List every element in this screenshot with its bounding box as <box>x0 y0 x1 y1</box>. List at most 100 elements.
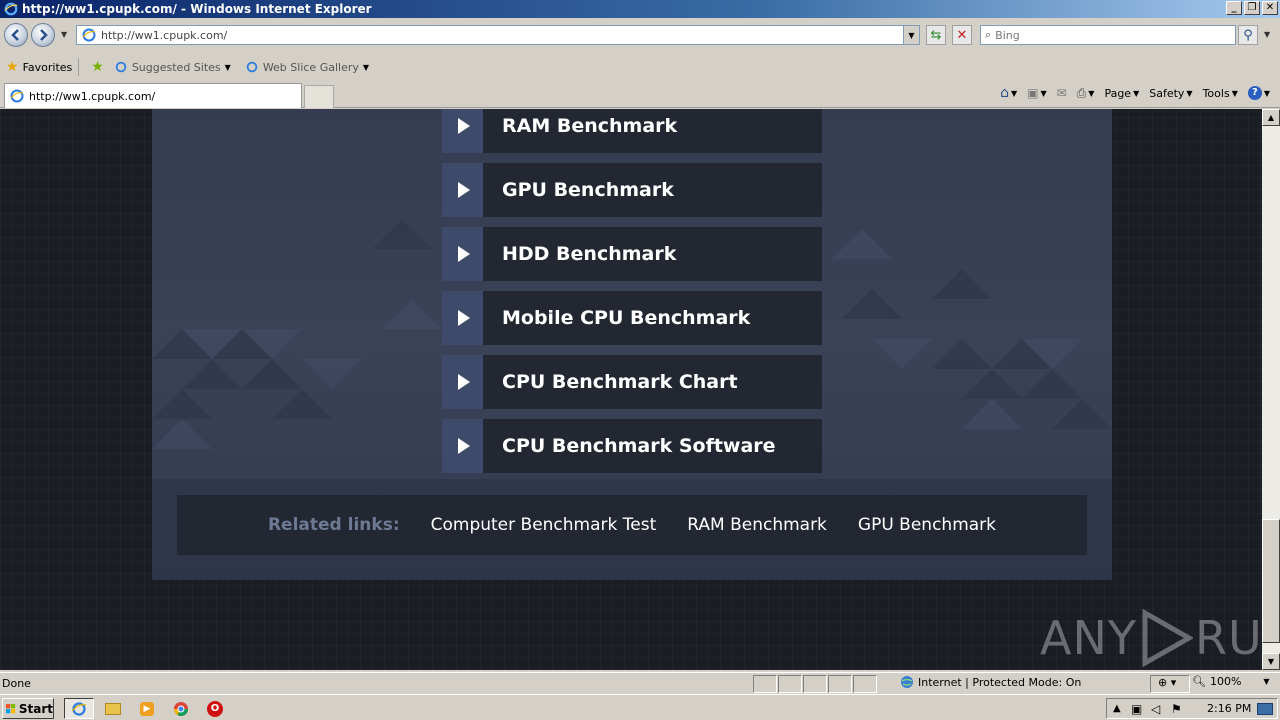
security-zone[interactable]: Internet | Protected Mode: On <box>900 675 1081 689</box>
back-arrow-icon <box>11 29 19 41</box>
scroll-down-button[interactable]: ▼ <box>1262 653 1280 670</box>
tab-bar: http://ww1.cpupk.com/ ⌂ ▼ ▣ ▼ ✉ ⎙ ▼ Page ▼ S… <box>0 80 1280 108</box>
status-cell <box>803 675 827 693</box>
status-cell <box>753 675 777 693</box>
benchmark-panel: RAM Benchmark GPU Benchmark HDD Benchmar… <box>152 109 1112 580</box>
forward-button[interactable] <box>31 23 55 47</box>
lock-icon[interactable]: ⊕ ▾ <box>1158 676 1176 689</box>
web-page: RAM Benchmark GPU Benchmark HDD Benchmar… <box>0 109 1262 670</box>
benchmark-link-label: CPU Benchmark Software <box>483 419 822 473</box>
print-icon: ⎙ <box>1076 85 1087 100</box>
security-zone-text: Internet | Protected Mode: On <box>918 675 1082 689</box>
web-slice-gallery-link[interactable]: Web Slice Gallery ▼ <box>245 60 369 74</box>
zoom-icon: 🔍︎ <box>1192 675 1206 688</box>
benchmark-link-label: GPU Benchmark <box>483 163 822 217</box>
related-link[interactable]: Computer Benchmark Test <box>431 515 657 535</box>
status-text: Done <box>2 677 31 690</box>
zoom-control[interactable]: 🔍︎ 100% ▼ <box>1192 675 1270 688</box>
suggested-sites-link[interactable]: Suggested Sites ▼ <box>114 60 231 74</box>
taskbar-ie-button[interactable] <box>64 698 94 719</box>
show-desktop-icon[interactable] <box>1257 702 1273 715</box>
related-link[interactable]: RAM Benchmark <box>687 515 827 535</box>
anyrun-watermark: ANY RUN <box>1040 609 1262 667</box>
list-item[interactable]: CPU Benchmark Chart <box>442 355 822 409</box>
search-options-dropdown[interactable]: ▼ <box>1264 30 1270 39</box>
ie-icon <box>71 701 87 716</box>
opera-icon: O <box>207 700 223 717</box>
address-dropdown-button[interactable]: ▼ <box>903 26 919 44</box>
start-button[interactable]: Start <box>2 698 54 719</box>
taskbar-opera-button[interactable]: O <box>200 698 230 719</box>
action-center-flag-icon[interactable]: ⚑ <box>1171 702 1182 716</box>
scroll-up-button[interactable]: ▲ <box>1262 109 1280 126</box>
recent-pages-dropdown[interactable]: ▼ <box>61 30 67 39</box>
command-bar: ⌂ ▼ ▣ ▼ ✉ ⎙ ▼ Page ▼ Safety ▼ Tools ▼ ? ▼ <box>1000 85 1270 101</box>
scroll-thumb[interactable] <box>1262 519 1280 643</box>
stop-icon: ✕ <box>956 27 968 43</box>
forward-arrow-icon <box>40 29 48 41</box>
play-arrow-icon <box>442 109 483 153</box>
related-link[interactable]: GPU Benchmark <box>858 515 996 535</box>
taskbar-explorer-button[interactable] <box>98 698 128 719</box>
page-menu[interactable]: Page ▼ <box>1104 87 1139 100</box>
show-hidden-icons-icon[interactable]: ▲ <box>1113 703 1121 714</box>
status-bar: Done Internet | Protected Mode: On ⊕ ▾ 🔍… <box>0 672 1280 694</box>
address-bar[interactable]: http://ww1.cpupk.com/ ▼ <box>76 25 920 45</box>
chevron-down-icon: ▼ <box>1263 677 1270 686</box>
ie-logo-icon <box>4 2 18 16</box>
search-button[interactable]: ⚲ <box>1238 25 1258 45</box>
web-slice-gallery-label: Web Slice Gallery <box>262 60 359 74</box>
list-item[interactable]: GPU Benchmark <box>442 163 822 217</box>
favorites-label: Favorites <box>22 60 73 74</box>
list-item[interactable]: CPU Benchmark Software <box>442 419 822 473</box>
new-tab-button[interactable] <box>304 85 334 108</box>
volume-icon[interactable]: ◁ <box>1151 702 1160 716</box>
close-window-button[interactable]: ✕ <box>1262 1 1278 15</box>
taskbar-media-player-button[interactable]: ▶ <box>132 698 162 719</box>
favorites-bar: ★ Favorites ★ Suggested Sites ▼ Web Slic… <box>0 54 1280 80</box>
suggested-sites-label: Suggested Sites <box>131 60 221 74</box>
back-button[interactable] <box>4 23 28 47</box>
rss-icon: ▣ <box>1027 86 1039 100</box>
add-favorite-icon: ★ <box>91 59 104 75</box>
clock[interactable]: 2:16 PM <box>1207 702 1251 715</box>
window-title: http://ww1.cpupk.com/ - Windows Internet… <box>22 2 372 16</box>
add-to-favorites-bar-button[interactable]: ★ <box>91 59 108 75</box>
zoom-level: 100% <box>1209 675 1242 688</box>
separator <box>78 58 80 76</box>
favorites-button[interactable]: ★ Favorites <box>6 59 72 75</box>
taskbar-chrome-button[interactable] <box>166 698 196 719</box>
mail-button[interactable]: ✉ <box>1057 86 1067 100</box>
tools-menu[interactable]: Tools ▼ <box>1203 87 1238 100</box>
chevron-down-icon: ▼ <box>362 62 370 72</box>
list-item[interactable]: RAM Benchmark <box>442 109 822 153</box>
play-arrow-icon <box>442 227 483 281</box>
list-item[interactable]: Mobile CPU Benchmark <box>442 291 822 345</box>
safety-menu-label: Safety <box>1149 86 1185 100</box>
safety-menu[interactable]: Safety ▼ <box>1149 87 1192 100</box>
address-url: http://ww1.cpupk.com/ <box>101 28 228 42</box>
print-button[interactable]: ⎙ ▼ <box>1077 86 1095 101</box>
chevron-down-icon: ▼ <box>224 62 231 72</box>
play-arrow-icon <box>442 355 483 409</box>
help-button[interactable]: ? ▼ <box>1247 86 1270 100</box>
refresh-button[interactable]: ⇆ <box>926 25 946 45</box>
watermark-left-text: ANY <box>1040 611 1137 665</box>
feeds-button[interactable]: ▣ ▼ <box>1027 86 1047 100</box>
vertical-scrollbar[interactable]: ▲ ▼ <box>1262 109 1280 670</box>
home-button[interactable]: ⌂ ▼ <box>1000 85 1017 101</box>
play-arrow-icon <box>442 419 483 473</box>
start-label: Start <box>18 701 53 716</box>
ie-page-icon <box>10 89 24 103</box>
search-box[interactable]: ⌕ Bing <box>980 25 1236 45</box>
restore-button[interactable]: ❐ <box>1244 1 1260 15</box>
network-icon[interactable]: ▣ <box>1131 702 1142 716</box>
tab-current[interactable]: http://ww1.cpupk.com/ <box>4 83 302 108</box>
list-item[interactable]: HDD Benchmark <box>442 227 822 281</box>
folder-icon <box>105 702 121 715</box>
benchmark-link-label: CPU Benchmark Chart <box>483 355 822 409</box>
system-tray: ▲ ▣ ◁ ⚑ 2:16 PM <box>1106 698 1278 719</box>
minimize-button[interactable]: _ <box>1226 1 1242 15</box>
status-cell <box>778 675 802 693</box>
stop-button[interactable]: ✕ <box>952 25 972 45</box>
